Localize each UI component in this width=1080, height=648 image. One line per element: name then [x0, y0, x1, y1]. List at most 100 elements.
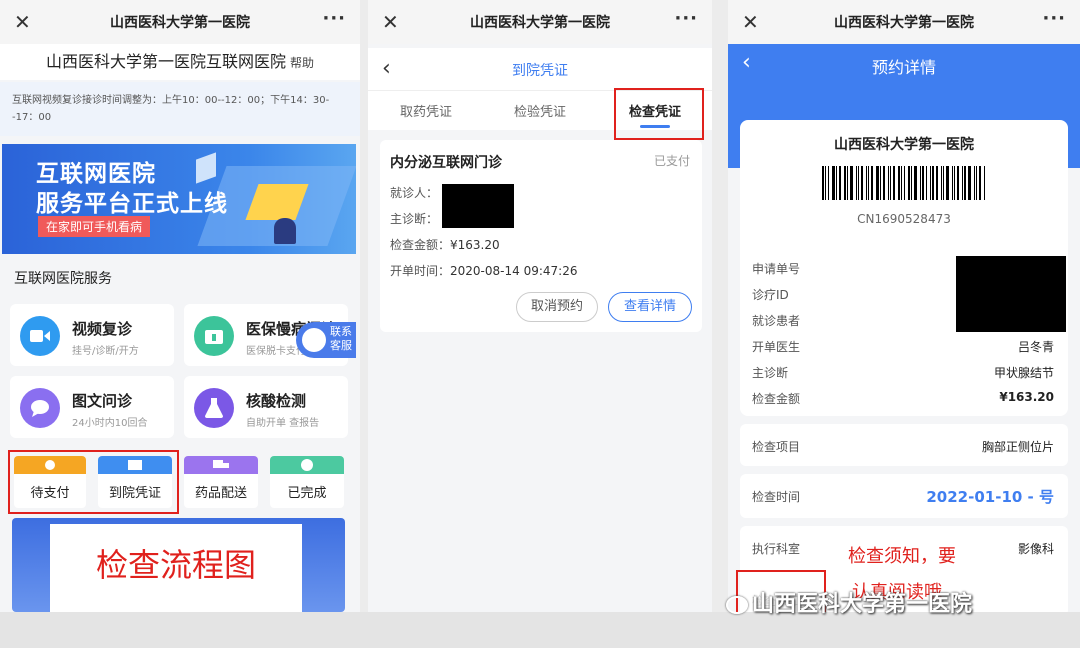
- page-title-bar: 山西医科大学第一医院互联网医院 帮助: [0, 44, 360, 80]
- watermark: 山西医科大学第一医院: [726, 586, 972, 618]
- dept-value: 影像科: [1017, 542, 1054, 556]
- voucher-card: 内分泌互联网门诊 已支付 就诊人： 主诊断： 检查金额：¥163.20 开单时间…: [380, 140, 702, 332]
- time-label: 开单时间：: [390, 264, 451, 278]
- barcode-bar: [936, 166, 939, 200]
- barcode-bar: [930, 166, 932, 200]
- tab-lab-voucher[interactable]: 检验凭证: [514, 101, 566, 120]
- tab-label: 已完成: [287, 486, 327, 501]
- customer-service-line2: 客服: [330, 339, 352, 352]
- close-icon[interactable]: ✕: [742, 10, 759, 34]
- barcode-bar: [835, 166, 837, 200]
- barcode-bar: [962, 166, 963, 200]
- exam-time-value[interactable]: 2022-01-10 - 号: [926, 486, 1054, 507]
- barcode-number: CN1690528473: [857, 212, 951, 226]
- barcode-bar: [865, 166, 867, 200]
- barcode-bar: [920, 166, 922, 200]
- row-label: 就诊患者: [752, 314, 801, 328]
- redaction-block: [442, 184, 514, 228]
- barcode-bar: [973, 166, 975, 200]
- wechat-title: 山西医科大学第一医院: [470, 15, 610, 31]
- flask-icon: [194, 388, 234, 428]
- flow-label: 检查流程图: [95, 546, 256, 584]
- service-name: 核酸检测: [246, 392, 307, 410]
- diagnosis-label: 主诊断：: [390, 212, 439, 226]
- annotation-highlight-box: [614, 88, 704, 140]
- service-nucleic-test[interactable]: 核酸检测 自助开单 查报告: [184, 376, 348, 438]
- barcode-bar: [946, 166, 950, 200]
- more-icon[interactable]: ···: [674, 8, 698, 29]
- tab-completed[interactable]: 已完成: [270, 456, 344, 508]
- cancel-booking-button[interactable]: 取消预约: [516, 292, 598, 322]
- service-name: 视频复诊: [72, 320, 133, 338]
- barcode-bar: [824, 166, 826, 200]
- barcode: [822, 166, 986, 200]
- hospital-name: 山西医科大学第一医院: [834, 137, 974, 153]
- barcode-bar: [843, 166, 846, 200]
- time-value: 2020-08-14 09:47:26: [450, 264, 578, 278]
- barcode-bar: [827, 166, 829, 200]
- check-icon: [270, 456, 344, 474]
- clinic-name: 内分泌互联网门诊: [390, 155, 502, 171]
- payment-status: 已支付: [653, 154, 690, 168]
- tab-drug-delivery[interactable]: 药品配送: [184, 456, 258, 508]
- tab-drug-voucher[interactable]: 取药凭证: [400, 101, 452, 120]
- barcode-bar: [954, 166, 956, 200]
- barcode-bar: [898, 166, 901, 200]
- barcode-bar: [922, 166, 925, 200]
- nav-bar: ‹ 到院凭证: [368, 48, 712, 90]
- barcode-bar: [831, 166, 835, 200]
- close-icon[interactable]: ✕: [382, 10, 399, 34]
- service-text-consult[interactable]: 图文问诊 24小时内10回合: [10, 376, 174, 438]
- doctor-illustration: [274, 218, 296, 244]
- barcode-bar: [904, 166, 906, 200]
- watermark-text: 山西医科大学第一医院: [752, 592, 973, 617]
- home-screen: ✕ 山西医科大学第一医院 ··· 山西医科大学第一医院互联网医院 帮助 互联网视频…: [0, 0, 360, 612]
- row-label: 主诊断: [752, 366, 789, 380]
- nav-title: 预约详情: [871, 58, 936, 77]
- booking-card: 山西医科大学第一医院 CN1690528473 申请单号 诊疗ID 就诊患者 开…: [740, 120, 1068, 416]
- insurance-icon: [194, 316, 234, 356]
- truck-icon: [184, 456, 258, 474]
- barcode-bar: [943, 166, 945, 200]
- help-link[interactable]: 帮助: [290, 56, 314, 70]
- row-label: 检查金额: [752, 392, 801, 406]
- headset-icon: [302, 328, 326, 352]
- wechat-icon: [726, 596, 748, 614]
- service-sub: 24小时内10回合: [72, 418, 148, 429]
- barcode-bar: [892, 166, 896, 200]
- promo-banner[interactable]: 互联网医院 服务平台正式上线 在家即可手机看病: [2, 144, 356, 254]
- barcode-bar: [870, 166, 873, 200]
- barcode-bar: [855, 166, 857, 200]
- nav-title: 到院凭证: [512, 63, 568, 79]
- barcode-bar: [975, 166, 977, 200]
- video-icon: [20, 316, 60, 356]
- patient-label: 就诊人：: [390, 186, 439, 200]
- view-details-button[interactable]: 查看详情: [608, 292, 692, 322]
- barcode-bar: [957, 166, 960, 200]
- redaction-block: [956, 256, 1066, 332]
- barcode-bar: [908, 166, 911, 200]
- booking-detail-screen: ✕ 山西医科大学第一医院 ··· ‹ 预约详情 山西医科大学第一医院 CN169…: [728, 0, 1080, 612]
- banner-title: 互联网医院: [36, 161, 156, 187]
- row-label: 开单医生: [752, 340, 801, 354]
- customer-service-button[interactable]: 联系 客服: [296, 322, 356, 358]
- voucher-screen: ✕ 山西医科大学第一医院 ··· ‹ 到院凭证 取药凭证 检验凭证 检查凭证 内…: [368, 0, 712, 612]
- close-icon[interactable]: ✕: [14, 10, 31, 34]
- service-video-revisit[interactable]: 视频复诊 挂号/诊断/开方: [10, 304, 174, 366]
- barcode-bar: [978, 166, 981, 200]
- barcode-bar: [889, 166, 891, 200]
- barcode-bar: [822, 166, 824, 200]
- barcode-bar: [964, 166, 966, 200]
- page-title: 山西医科大学第一医院互联网医院: [45, 52, 286, 71]
- more-icon[interactable]: ···: [322, 8, 346, 29]
- phone-illustration: [196, 152, 216, 184]
- more-icon[interactable]: ···: [1042, 8, 1066, 29]
- chat-icon: [20, 388, 60, 428]
- exam-item-box: 检查项目 胸部正侧位片: [740, 424, 1068, 466]
- amount-value: ¥163.20: [450, 238, 500, 252]
- customer-service-line1: 联系: [330, 325, 352, 338]
- doctor-name: 吕冬青: [1017, 340, 1054, 354]
- service-sub: 挂号/诊断/开方: [72, 346, 139, 357]
- dept-label: 执行科室: [752, 542, 801, 556]
- barcode-bar: [932, 166, 935, 200]
